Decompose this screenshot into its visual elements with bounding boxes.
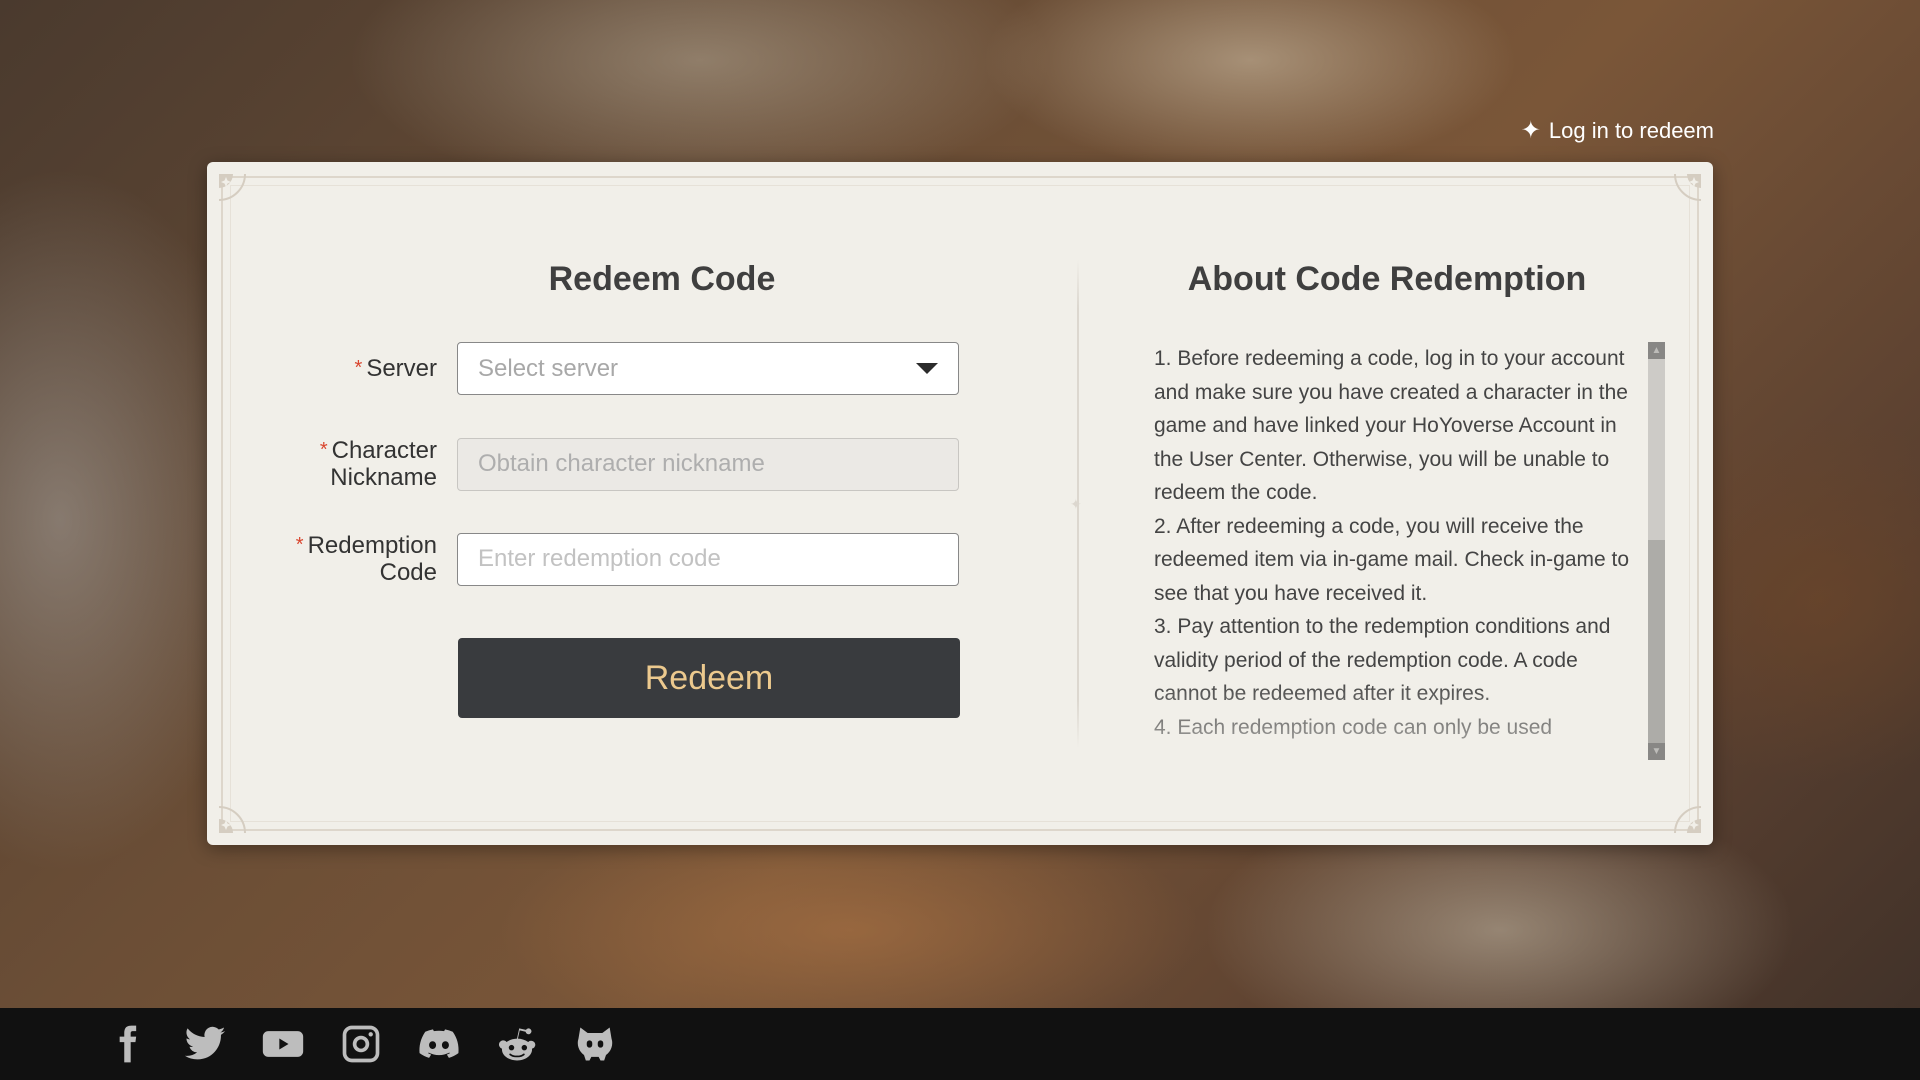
server-select[interactable]: Select server bbox=[457, 342, 959, 395]
hoyolab-icon bbox=[577, 1027, 613, 1061]
discord-icon bbox=[419, 1029, 459, 1058]
about-title: About Code Redemption bbox=[1187, 260, 1587, 298]
redemption-code-input[interactable] bbox=[478, 545, 938, 573]
corner-ornament-icon bbox=[1674, 806, 1702, 834]
chevron-down-icon bbox=[916, 363, 938, 374]
corner-ornament-icon bbox=[218, 173, 246, 201]
scroll-thumb[interactable] bbox=[1648, 540, 1665, 743]
reddit-icon bbox=[498, 1028, 536, 1061]
footer bbox=[0, 1008, 1920, 1080]
scroll-down-icon[interactable]: ▼ bbox=[1648, 743, 1665, 760]
server-label: * Server bbox=[354, 355, 437, 382]
discord-link[interactable] bbox=[400, 1019, 478, 1069]
scroll-up-icon[interactable]: ▲ bbox=[1648, 342, 1665, 359]
hoyolab-link[interactable] bbox=[556, 1019, 634, 1069]
youtube-icon bbox=[262, 1031, 304, 1057]
note-item: 2. After redeeming a code, you will rece… bbox=[1154, 514, 1630, 605]
server-row: * Server Select server bbox=[207, 342, 1107, 395]
facebook-icon bbox=[119, 1025, 137, 1063]
code-field-wrap bbox=[457, 532, 959, 586]
nickname-field-wrap bbox=[457, 437, 959, 491]
login-to-redeem-link[interactable]: ✦ Log in to redeem bbox=[1521, 118, 1714, 144]
facebook-link[interactable] bbox=[88, 1019, 166, 1069]
reddit-link[interactable] bbox=[478, 1019, 556, 1069]
youtube-link[interactable] bbox=[244, 1019, 322, 1069]
code-row: * Redemption Code bbox=[207, 532, 1107, 586]
redeem-code-title: Redeem Code bbox=[548, 260, 776, 298]
redeem-button[interactable]: Redeem bbox=[458, 638, 960, 718]
required-mark: * bbox=[354, 357, 363, 379]
nickname-label: * Character Nickname bbox=[319, 437, 437, 491]
twitter-link[interactable] bbox=[166, 1019, 244, 1069]
login-label: Log in to redeem bbox=[1548, 118, 1714, 143]
server-select-placeholder: Select server bbox=[478, 354, 619, 382]
required-mark: * bbox=[295, 534, 304, 556]
divider-star-icon: ✦ bbox=[1070, 496, 1082, 512]
required-mark: * bbox=[319, 439, 328, 461]
instagram-link[interactable] bbox=[322, 1019, 400, 1069]
about-notes[interactable]: 1. Before redeeming a code, log in to yo… bbox=[1154, 342, 1634, 762]
corner-ornament-icon bbox=[218, 806, 246, 834]
nickname-row: * Character Nickname bbox=[207, 437, 1107, 491]
nickname-input[interactable] bbox=[478, 450, 938, 478]
note-item: 3. Pay attention to the redemption condi… bbox=[1154, 615, 1611, 705]
redeem-card: Redeem Code * Server Select server * Chara… bbox=[207, 162, 1713, 845]
note-item: 4. Each redemption code can only be used bbox=[1154, 715, 1553, 739]
code-label: * Redemption Code bbox=[295, 532, 437, 586]
corner-ornament-icon bbox=[1674, 173, 1702, 201]
instagram-icon bbox=[342, 1025, 380, 1063]
sparkle-icon: ✦ bbox=[1520, 117, 1541, 144]
notes-scrollbar[interactable]: ▲ ▼ bbox=[1648, 342, 1665, 760]
twitter-icon bbox=[184, 1026, 226, 1060]
note-item: 1. Before redeeming a code, log in to yo… bbox=[1154, 347, 1628, 504]
